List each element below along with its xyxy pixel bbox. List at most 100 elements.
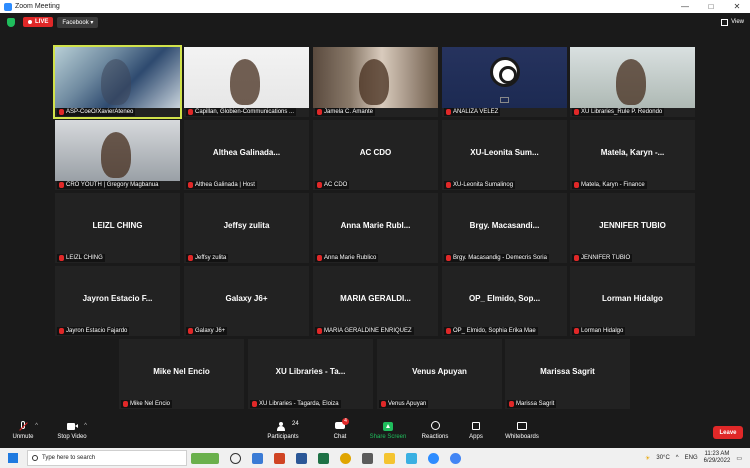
participant-tile[interactable]: Lorman Hidalgo Lorman Hidalgo: [570, 266, 695, 336]
participant-name-label: Anna Marie Rublico: [315, 254, 379, 262]
weather-widget-icon[interactable]: [191, 452, 219, 464]
tray-arrow-icon[interactable]: ^: [676, 455, 679, 461]
participant-tile[interactable]: CRO YOUTH | Gregory Magbanua: [55, 120, 180, 190]
participant-silhouette: [230, 59, 260, 105]
camera-off-icon: [500, 97, 509, 103]
zoom-taskbar-icon[interactable]: [428, 452, 439, 464]
chat-bubble-icon: 4: [334, 418, 349, 432]
minimize-button[interactable]: —: [672, 2, 698, 11]
stop-video-caret[interactable]: ^: [84, 423, 87, 429]
participant-name-label: AC CDO: [315, 181, 350, 189]
taskbar-search[interactable]: Type here to search: [27, 450, 187, 466]
task-view-icon[interactable]: [230, 452, 241, 464]
microphone-muted-icon: [188, 182, 193, 188]
participant-tile[interactable]: Althea Galinada... Althea Galinada | Host: [184, 120, 309, 190]
participant-tile[interactable]: MARIA GERALDI... MARIA GERALDINE ENRIQUEZ: [313, 266, 438, 336]
participant-tile[interactable]: ANALIZA VELEZ: [442, 47, 567, 117]
participant-silhouette: [101, 59, 131, 105]
stop-video-button[interactable]: ^ Stop Video: [55, 421, 89, 440]
participants-button[interactable]: 24 Participants: [264, 421, 302, 440]
participant-name-label: LEIZL CHING: [57, 254, 105, 262]
system-clock[interactable]: 11:23 AM 6/29/2022: [704, 451, 731, 465]
participant-label-text: LEIZL CHING: [66, 255, 103, 261]
participant-name-label: Venus Apuyan: [379, 400, 429, 408]
participant-name-label: Galaxy J6+: [186, 327, 228, 335]
maximize-button[interactable]: □: [698, 2, 724, 11]
windows-start-icon[interactable]: [8, 453, 18, 463]
participant-tile[interactable]: XU Libraries_Rule P. Redondo: [570, 47, 695, 117]
participant-display-name: Venus Apuyan: [412, 367, 467, 376]
microphone-muted-icon: [59, 109, 64, 115]
close-button[interactable]: ✕: [724, 2, 750, 11]
stream-platform-select[interactable]: Facebook ▾: [57, 16, 99, 28]
reactions-button[interactable]: Reactions: [420, 421, 450, 440]
edge-browser-icon[interactable]: [252, 452, 263, 464]
participant-tile[interactable]: Galaxy J6+ Galaxy J6+: [184, 266, 309, 336]
leave-button[interactable]: Leave: [713, 426, 743, 439]
participant-silhouette: [101, 132, 131, 178]
participant-tile[interactable]: AC CDO AC CDO: [313, 120, 438, 190]
participant-tile[interactable]: LEIZL CHING LEIZL CHING: [55, 193, 180, 263]
microphone-muted-icon: [188, 109, 193, 115]
microphone-muted-icon: [446, 255, 451, 261]
participant-tile[interactable]: Jeffsy zulita Jeffsy zulita: [184, 193, 309, 263]
chrome-profile-icon[interactable]: [450, 452, 461, 464]
participant-tile[interactable]: Anna Marie Rubl... Anna Marie Rublico: [313, 193, 438, 263]
unmute-caret[interactable]: ^: [35, 423, 38, 429]
microphone-muted-icon: [574, 255, 579, 261]
language-indicator[interactable]: ENG: [685, 455, 698, 461]
participant-tile[interactable]: Jayron Estacio F... Jayron Estacio Fajard…: [55, 266, 180, 336]
participant-label-text: Capillan, Globien-Communications ...: [195, 109, 295, 115]
participant-name-label: Jayron Estacio Fajardo: [57, 327, 130, 335]
participant-tile[interactable]: Mike Nel Encio Mike Nel Encio: [119, 339, 244, 409]
participant-tile[interactable]: Marissa Sagrit Marissa Sagrit: [505, 339, 630, 409]
taskbar-app-icon[interactable]: [362, 452, 373, 464]
participant-display-name: MARIA GERALDI...: [340, 294, 411, 303]
apps-button[interactable]: Apps: [466, 421, 486, 440]
participant-label-text: Jeffsy zulita: [195, 255, 227, 261]
powerpoint-icon[interactable]: [274, 452, 285, 464]
participant-tile[interactable]: XU Libraries - Ta... XU Libraries - Tagar…: [248, 339, 373, 409]
participant-tile[interactable]: ASP-CoeO/XavierAteneo: [53, 45, 182, 119]
participant-display-name: AC CDO: [359, 148, 392, 157]
microphone-muted-icon: [574, 328, 579, 334]
file-explorer-icon[interactable]: [384, 452, 395, 464]
obs-logo-icon: [490, 57, 520, 87]
participant-display-name: LEIZL CHING: [92, 221, 143, 230]
mail-icon[interactable]: [406, 452, 417, 464]
excel-icon[interactable]: [318, 452, 329, 464]
view-label: View: [731, 19, 744, 25]
participant-name-label: Mike Nel Encio: [121, 400, 173, 408]
share-screen-button[interactable]: Share Screen: [368, 421, 408, 440]
participant-tile[interactable]: XU-Leonita Sum... XU-Leonita Sumalinog: [442, 120, 567, 190]
notification-icon[interactable]: ▭: [736, 455, 742, 462]
word-icon[interactable]: [296, 452, 307, 464]
participant-tile[interactable]: JENNIFER TUBIO JENNIFER TUBIO: [570, 193, 695, 263]
live-badge[interactable]: LIVE: [23, 17, 54, 27]
participants-label: Participants: [267, 434, 299, 440]
chat-button[interactable]: 4 Chat: [330, 418, 350, 440]
participant-display-name: OP_ Elmido, Sop...: [468, 294, 541, 303]
video-camera-icon: ^: [66, 421, 87, 432]
participant-tile[interactable]: Capillan, Globien-Communications ...: [184, 47, 309, 117]
chrome-icon[interactable]: [340, 452, 351, 464]
participant-tile[interactable]: Venus Apuyan Venus Apuyan: [377, 339, 502, 409]
security-shield-icon[interactable]: [7, 17, 15, 27]
participant-tile[interactable]: Brgy. Macasandi... Brgy. Macasandig - Dem…: [442, 193, 567, 263]
windows-taskbar: Type here to search ☀ 30°C ^ ENG 11:23 A…: [0, 448, 750, 468]
chat-badge: 4: [342, 418, 349, 425]
participant-video: [55, 47, 180, 108]
participant-tile[interactable]: Jamela C. Amante: [313, 47, 438, 117]
participant-tile[interactable]: Matela, Karyn -... Matela, Karyn - Financ…: [570, 120, 695, 190]
whiteboard-icon: [516, 421, 528, 432]
participant-label-text: XU Libraries_Rule P. Redondo: [581, 109, 663, 115]
unmute-button[interactable]: ^ Unmute: [10, 421, 38, 440]
participant-display-name: Jayron Estacio F...: [82, 294, 153, 303]
microphone-muted-icon: [123, 401, 128, 407]
whiteboards-button[interactable]: Whiteboards: [502, 421, 542, 440]
participant-display-name: Lorman Hidalgo: [602, 294, 663, 303]
microphone-muted-icon: [59, 328, 64, 334]
whiteboards-label: Whiteboards: [505, 434, 539, 440]
participant-tile[interactable]: OP_ Elmido, Sop... OP_ Elmido, Sophia Eri…: [442, 266, 567, 336]
view-button[interactable]: View: [721, 18, 744, 26]
